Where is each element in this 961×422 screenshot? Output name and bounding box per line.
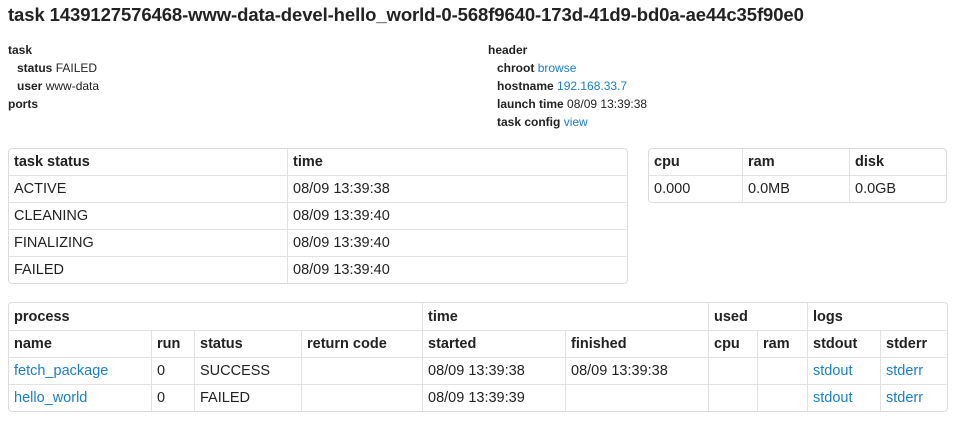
cpu-cell	[708, 357, 757, 384]
table-row: CLEANING 08/09 13:39:40	[9, 202, 627, 229]
process-name-link[interactable]: hello_world	[14, 390, 87, 406]
table-header-row: task status time	[9, 149, 627, 175]
user-value: www-data	[45, 79, 100, 93]
task-config-label: task config	[497, 115, 561, 129]
task-heading: task	[8, 43, 33, 57]
started-cell: 08/09 13:39:38	[422, 357, 565, 384]
status-cell: FAILED	[9, 256, 287, 283]
process-table: process time used logs name run status r…	[8, 302, 948, 412]
header-heading: header	[488, 43, 528, 57]
table-header-row: name run status return code started fini…	[9, 330, 947, 357]
column-header: cpu	[654, 154, 680, 170]
column-header: disk	[849, 149, 946, 175]
status-cell: FAILED	[194, 384, 301, 411]
column-header: name	[9, 330, 151, 357]
column-header: run	[151, 330, 194, 357]
resource-usage-table: cpu ram disk 0.000 0.0MB 0.0GB	[648, 148, 947, 203]
column-group-header: used	[708, 303, 807, 330]
run-cell: 0	[151, 384, 194, 411]
status-cell: SUCCESS	[194, 357, 301, 384]
chroot-browse-link[interactable]: browse	[538, 61, 577, 75]
launch-time-value: 08/09 13:39:38	[567, 97, 648, 111]
status-cell: ACTIVE	[9, 175, 287, 202]
page-title: task 1439127576468-www-data-devel-hello_…	[8, 4, 804, 25]
column-group-header: time	[422, 303, 708, 330]
disk-value: 0.0GB	[849, 175, 946, 202]
ram-cell	[757, 357, 807, 384]
column-header: ram	[742, 149, 849, 175]
stdout-link[interactable]: stdout	[813, 390, 853, 406]
column-header: time	[287, 149, 627, 175]
column-header: return code	[301, 330, 422, 357]
process-name-link[interactable]: fetch_package	[14, 363, 108, 379]
table-row: fetch_package 0 SUCCESS 08/09 13:39:38 0…	[9, 357, 947, 384]
run-cell: 0	[151, 357, 194, 384]
table-header-row: cpu ram disk	[649, 149, 946, 175]
ram-value: 0.0MB	[742, 175, 849, 202]
table-group-header-row: process time used logs	[9, 303, 947, 330]
ports-heading: ports	[8, 97, 38, 111]
table-row: hello_world 0 FAILED 08/09 13:39:39 stdo…	[9, 384, 947, 411]
column-header: status	[194, 330, 301, 357]
time-cell: 08/09 13:39:40	[287, 229, 627, 256]
started-cell: 08/09 13:39:39	[422, 384, 565, 411]
status-label: status	[17, 61, 53, 75]
column-header: cpu	[708, 330, 757, 357]
time-cell: 08/09 13:39:40	[287, 256, 627, 283]
cpu-value: 0.000	[649, 175, 742, 202]
column-header: stderr	[880, 330, 947, 357]
task-config-view-link[interactable]: view	[564, 115, 588, 129]
column-header: stdout	[807, 330, 880, 357]
column-header: task status	[14, 154, 90, 170]
return-code-cell	[301, 357, 422, 384]
stdout-link[interactable]: stdout	[813, 363, 853, 379]
chroot-label: chroot	[497, 61, 535, 75]
ram-cell	[757, 384, 807, 411]
column-header: started	[422, 330, 565, 357]
column-header: finished	[565, 330, 708, 357]
hostname-link[interactable]: 192.168.33.7	[557, 79, 627, 93]
finished-cell: 08/09 13:39:38	[565, 357, 708, 384]
column-header: ram	[757, 330, 807, 357]
stderr-link[interactable]: stderr	[886, 390, 923, 406]
cpu-cell	[708, 384, 757, 411]
stderr-link[interactable]: stderr	[886, 363, 923, 379]
column-group-header: logs	[807, 303, 947, 330]
return-code-cell	[301, 384, 422, 411]
status-value: FAILED	[55, 61, 98, 75]
task-status-table: task status time ACTIVE 08/09 13:39:38 C…	[8, 148, 628, 284]
table-row: FINALIZING 08/09 13:39:40	[9, 229, 627, 256]
hostname-label: hostname	[497, 79, 554, 93]
table-row: FAILED 08/09 13:39:40	[9, 256, 627, 283]
table-row: ACTIVE 08/09 13:39:38	[9, 175, 627, 202]
task-meta: task status FAILED user www-data ports	[8, 41, 99, 113]
status-cell: FINALIZING	[9, 229, 287, 256]
user-label: user	[17, 79, 43, 93]
column-group-header: process	[14, 308, 70, 325]
table-row: 0.000 0.0MB 0.0GB	[649, 175, 946, 202]
status-cell: CLEANING	[9, 202, 287, 229]
header-meta: header chroot browse hostname 192.168.33…	[488, 41, 647, 131]
time-cell: 08/09 13:39:38	[287, 175, 627, 202]
time-cell: 08/09 13:39:40	[287, 202, 627, 229]
finished-cell	[565, 384, 708, 411]
launch-time-label: launch time	[497, 97, 564, 111]
